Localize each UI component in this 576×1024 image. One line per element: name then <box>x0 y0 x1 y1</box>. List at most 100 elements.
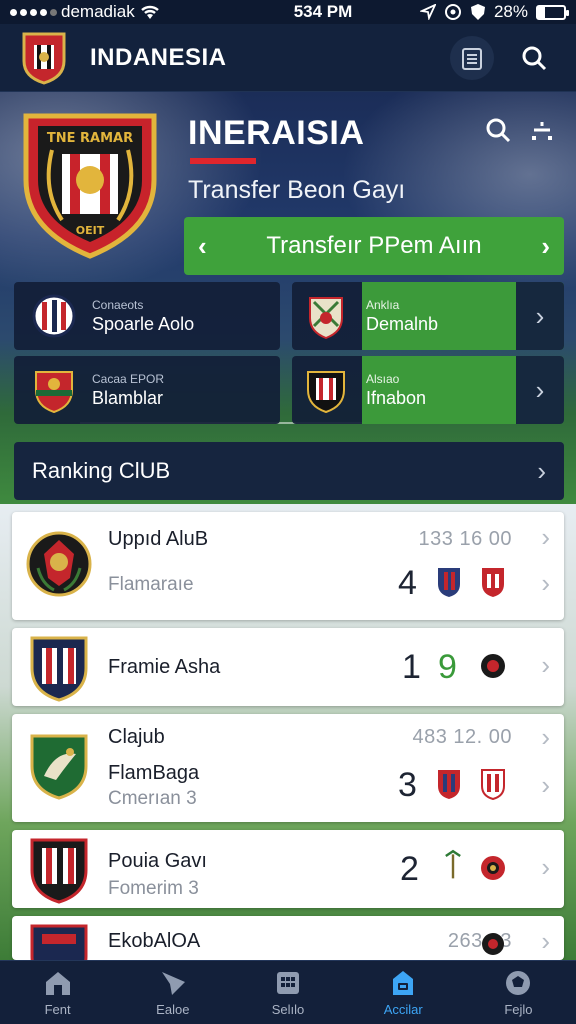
club-logo-icon[interactable] <box>20 31 68 85</box>
club-name: Uppıd AluB <box>108 528 209 550</box>
club-crest-icon[interactable]: TNE RAMAR OEIT <box>22 110 158 260</box>
club-card-caption: Conaeots <box>92 297 144 312</box>
club-subtitle: Fomerim 3 <box>108 878 199 899</box>
club-subtitle: Flamaraıe <box>108 574 194 595</box>
list-button[interactable] <box>450 35 494 80</box>
chevron-right-icon[interactable]: › <box>541 722 550 753</box>
pitch-lines <box>80 422 500 442</box>
transfer-button-label: Transfeır PPem Aıın <box>266 232 482 259</box>
club-card-name: Blamblar <box>92 387 164 408</box>
hero-subtitle: Transfer Beon Gayı <box>188 176 406 204</box>
nav-item-home[interactable]: Fent <box>0 961 115 1024</box>
mini-badge-icon <box>481 769 505 800</box>
ball-icon <box>506 971 531 995</box>
title-underline <box>190 158 256 164</box>
chevron-right-icon[interactable]: › <box>541 852 550 883</box>
mini-badge-icon <box>482 933 504 955</box>
chevron-right-icon[interactable]: › <box>516 356 564 424</box>
club-card-caption: Alsıao <box>366 371 400 386</box>
club-card-name: Ifnabon <box>366 387 427 408</box>
club-card-caption: Cacaa EPOR <box>92 371 165 386</box>
chevron-right-icon[interactable]: › <box>541 568 550 599</box>
club-card[interactable]: Alsıao Ifnabon › <box>292 356 564 424</box>
chevron-right-icon[interactable]: › <box>516 282 564 350</box>
chevron-right-icon[interactable]: › <box>541 926 550 957</box>
rank-position: 1 <box>402 648 421 686</box>
share-icon[interactable] <box>528 116 556 144</box>
club-badge-icon <box>30 924 88 960</box>
nav-label: Fejlo <box>504 1002 533 1017</box>
rank-position: 3 <box>398 766 417 804</box>
app-title: INDANESIA <box>90 43 227 71</box>
club-name: Framie Asha <box>108 656 221 678</box>
battery-percent: 28% <box>493 2 528 21</box>
club-name: Clajub <box>108 726 165 748</box>
ranking-header[interactable]: Ranking ClUB › <box>14 442 564 500</box>
home-icon <box>45 972 70 995</box>
ranking-row[interactable]: Clajub FlamBaga Cmerıan 3 483 12. 00 › 3… <box>12 714 564 822</box>
bottom-nav: Fent Ealoe Selılo Accilar Fejlo <box>0 960 576 1024</box>
calendar-icon <box>277 972 299 994</box>
ranking-row[interactable]: Framie Asha 1 9 › <box>12 628 564 706</box>
status-bar: demadiak 534 PM 28% <box>0 0 576 24</box>
club-card-name: Demalnb <box>366 313 439 334</box>
send-icon <box>161 972 185 995</box>
chevron-right-icon[interactable]: › <box>541 231 550 262</box>
mini-badge-icon <box>481 654 505 678</box>
chevron-right-icon[interactable]: › <box>537 456 546 487</box>
battery-icon <box>536 4 569 20</box>
carrier-label: demadiak <box>61 2 135 21</box>
mini-badge-icon <box>438 568 460 597</box>
clipboard-icon <box>462 47 482 70</box>
mini-badge-icon <box>481 856 505 880</box>
signal-icon <box>10 8 57 16</box>
club-card-name: Spoarle Aolo <box>92 313 195 334</box>
nav-item-send[interactable]: Ealoe <box>115 961 230 1024</box>
location-icon <box>419 4 436 20</box>
nav-label: Selılo <box>271 1002 305 1017</box>
club-subtitle: Cmerıan 3 <box>108 788 197 809</box>
hero-search-icon[interactable] <box>484 116 512 144</box>
club-stats: 133 16 00 <box>418 528 512 550</box>
club-badge-icon <box>309 297 343 340</box>
club-name-secondary: FlamBaga <box>108 762 200 784</box>
club-card-caption: Anklıa <box>366 297 400 312</box>
rank-position: 2 <box>400 850 419 888</box>
transfer-button[interactable]: ‹ Transfeır PPem Aıın › <box>184 217 564 275</box>
club-badge-icon <box>35 371 73 414</box>
ranking-title: Ranking ClUB <box>32 458 171 483</box>
club-badge-icon <box>30 734 88 800</box>
ranking-row[interactable]: Pouia Gavı Fomerim 3 2 › <box>12 830 564 908</box>
chevron-right-icon[interactable]: › <box>541 522 550 553</box>
alarm-icon <box>444 4 461 20</box>
club-badge-icon <box>32 294 76 338</box>
search-button[interactable] <box>512 36 556 80</box>
ranking-row[interactable]: EkobAlOA 263 23 › <box>12 916 564 960</box>
lock-icon <box>393 971 414 995</box>
nav-item-calendar[interactable]: Selılo <box>230 961 345 1024</box>
ranking-row[interactable]: Uppıd AluB Flamaraıe 133 16 00 › 4 › <box>12 512 564 620</box>
status-time: 534 PM <box>293 2 353 21</box>
crest-text-bottom: OEIT <box>76 224 105 237</box>
mini-badge-icon <box>438 770 460 799</box>
nav-label: Fent <box>44 1002 71 1017</box>
chevron-right-icon[interactable]: › <box>541 770 550 801</box>
club-stats: 483 12. 00 <box>412 726 512 748</box>
shield-status-icon <box>470 4 485 20</box>
nav-item-ball[interactable]: Fejlo <box>461 961 576 1024</box>
club-badge-icon <box>307 371 345 414</box>
hero-title: INERAISIA <box>188 114 365 152</box>
club-badge-icon <box>26 531 92 597</box>
nav-label: Ealoe <box>156 1002 190 1017</box>
club-card[interactable]: Cacaa EPOR Blamblar <box>14 356 280 424</box>
club-card[interactable]: Anklıa Demalnb › <box>292 282 564 350</box>
torch-icon <box>445 849 461 879</box>
ranking-list: Uppıd AluB Flamaraıe 133 16 00 › 4 › Fra… <box>0 504 576 960</box>
search-icon <box>522 46 547 70</box>
chevron-right-icon[interactable]: › <box>541 650 550 681</box>
club-card[interactable]: Conaeots Spoarle Aolo <box>14 282 280 350</box>
chevron-left-icon[interactable]: ‹ <box>198 231 207 262</box>
nav-item-account[interactable]: Accilar <box>346 961 461 1024</box>
rank-score: 9 <box>438 648 457 686</box>
wifi-icon <box>140 5 159 19</box>
